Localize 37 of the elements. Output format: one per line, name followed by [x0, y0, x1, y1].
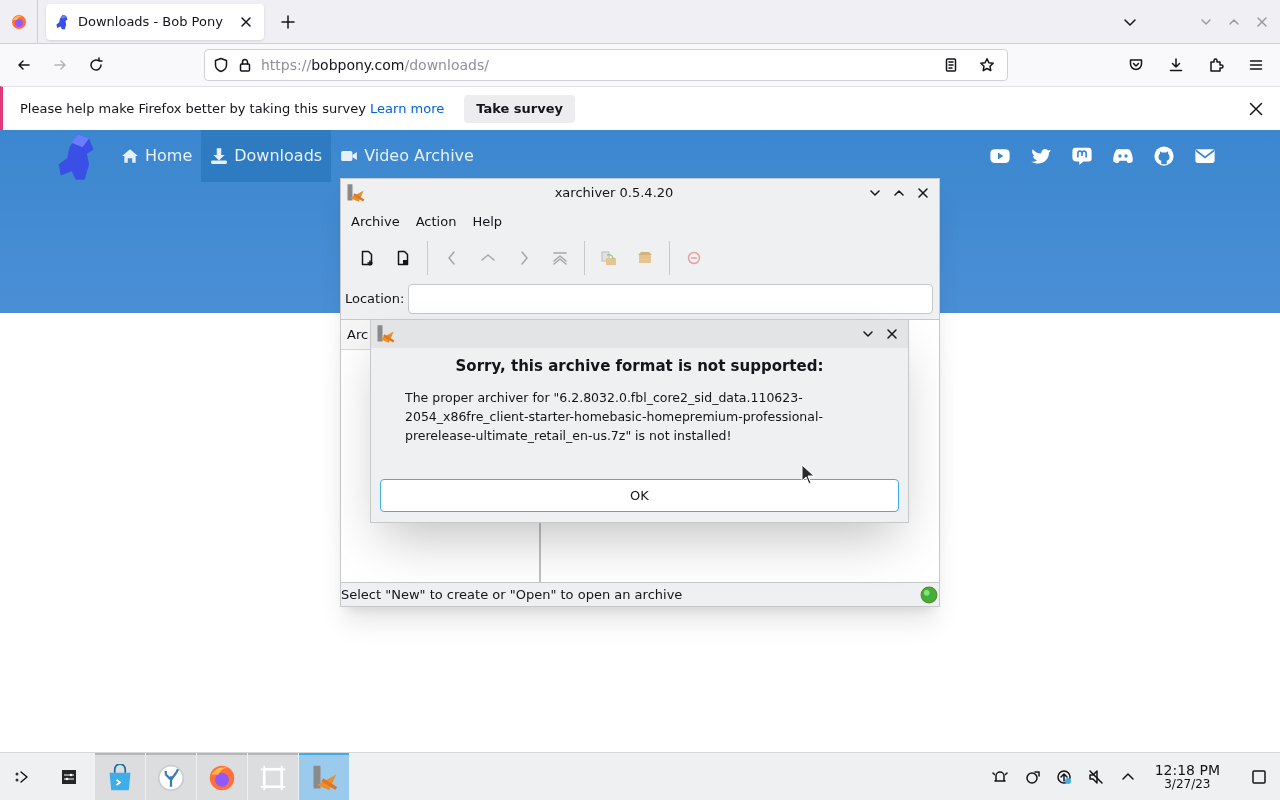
- cat-silhouette-link[interactable]: [1153, 145, 1175, 167]
- site-nav-link[interactable]: Downloads: [201, 130, 332, 182]
- archiver-app-icon[interactable]: [299, 753, 349, 800]
- take-survey-button[interactable]: Take survey: [464, 94, 575, 123]
- learn-more-link[interactable]: Learn more: [370, 100, 445, 116]
- mouse-cursor-icon: [801, 464, 815, 486]
- menu-item[interactable]: Help: [464, 212, 510, 232]
- survey-message: Please help make Firefox better by taking this survey Learn more: [20, 99, 445, 118]
- menu-item[interactable]: Archive: [343, 212, 408, 232]
- lock-icon: [237, 57, 253, 73]
- chat-bubble-icon: [1071, 145, 1093, 167]
- url-field[interactable]: https://bobpony.com/downloads/: [204, 49, 1008, 81]
- archiver-app-icon: [345, 183, 365, 203]
- tab-title: Downloads - Bob Pony: [78, 12, 224, 31]
- url-text: https://bobpony.com/downloads/: [261, 55, 490, 75]
- browser-tab[interactable]: Downloads - Bob Pony: [46, 3, 264, 40]
- dialog-message: The proper archiver for "6.2.8032.0.fbl_core2_sid_data.110623-2054_x86fre_client-starter-homebasic-homepremium-professional-prerelease-ultimate_retail_en-us.7z" is not installed!: [405, 388, 824, 445]
- location-field[interactable]: [408, 284, 933, 314]
- ok-button[interactable]: OK: [380, 479, 899, 512]
- fox-globe-icon[interactable]: [197, 753, 247, 800]
- pony-icon: [54, 13, 70, 30]
- archiver-app-icon: [375, 324, 395, 344]
- location-label: Location:: [345, 290, 405, 309]
- download-icon: [210, 147, 229, 165]
- update-icon[interactable]: [1054, 767, 1073, 786]
- status-light-icon: [920, 585, 938, 604]
- status-text: Select "New" to create or "Open" to open an archive: [341, 585, 684, 604]
- muted-speaker-icon[interactable]: [1086, 767, 1105, 786]
- dialog-heading: Sorry, this archive format is not supported:: [454, 356, 825, 377]
- house-icon: [121, 147, 139, 165]
- cat-silhouette-icon: [1153, 145, 1175, 167]
- clock[interactable]: 12:18 PM 3/27/23: [1154, 762, 1220, 791]
- menu-item[interactable]: Action: [407, 212, 465, 232]
- frame-icon[interactable]: [248, 753, 298, 800]
- chat-bubble-link[interactable]: [1071, 145, 1093, 167]
- window-title: xarchiver 0.5.4.20: [553, 184, 675, 203]
- shield-icon: [213, 57, 229, 73]
